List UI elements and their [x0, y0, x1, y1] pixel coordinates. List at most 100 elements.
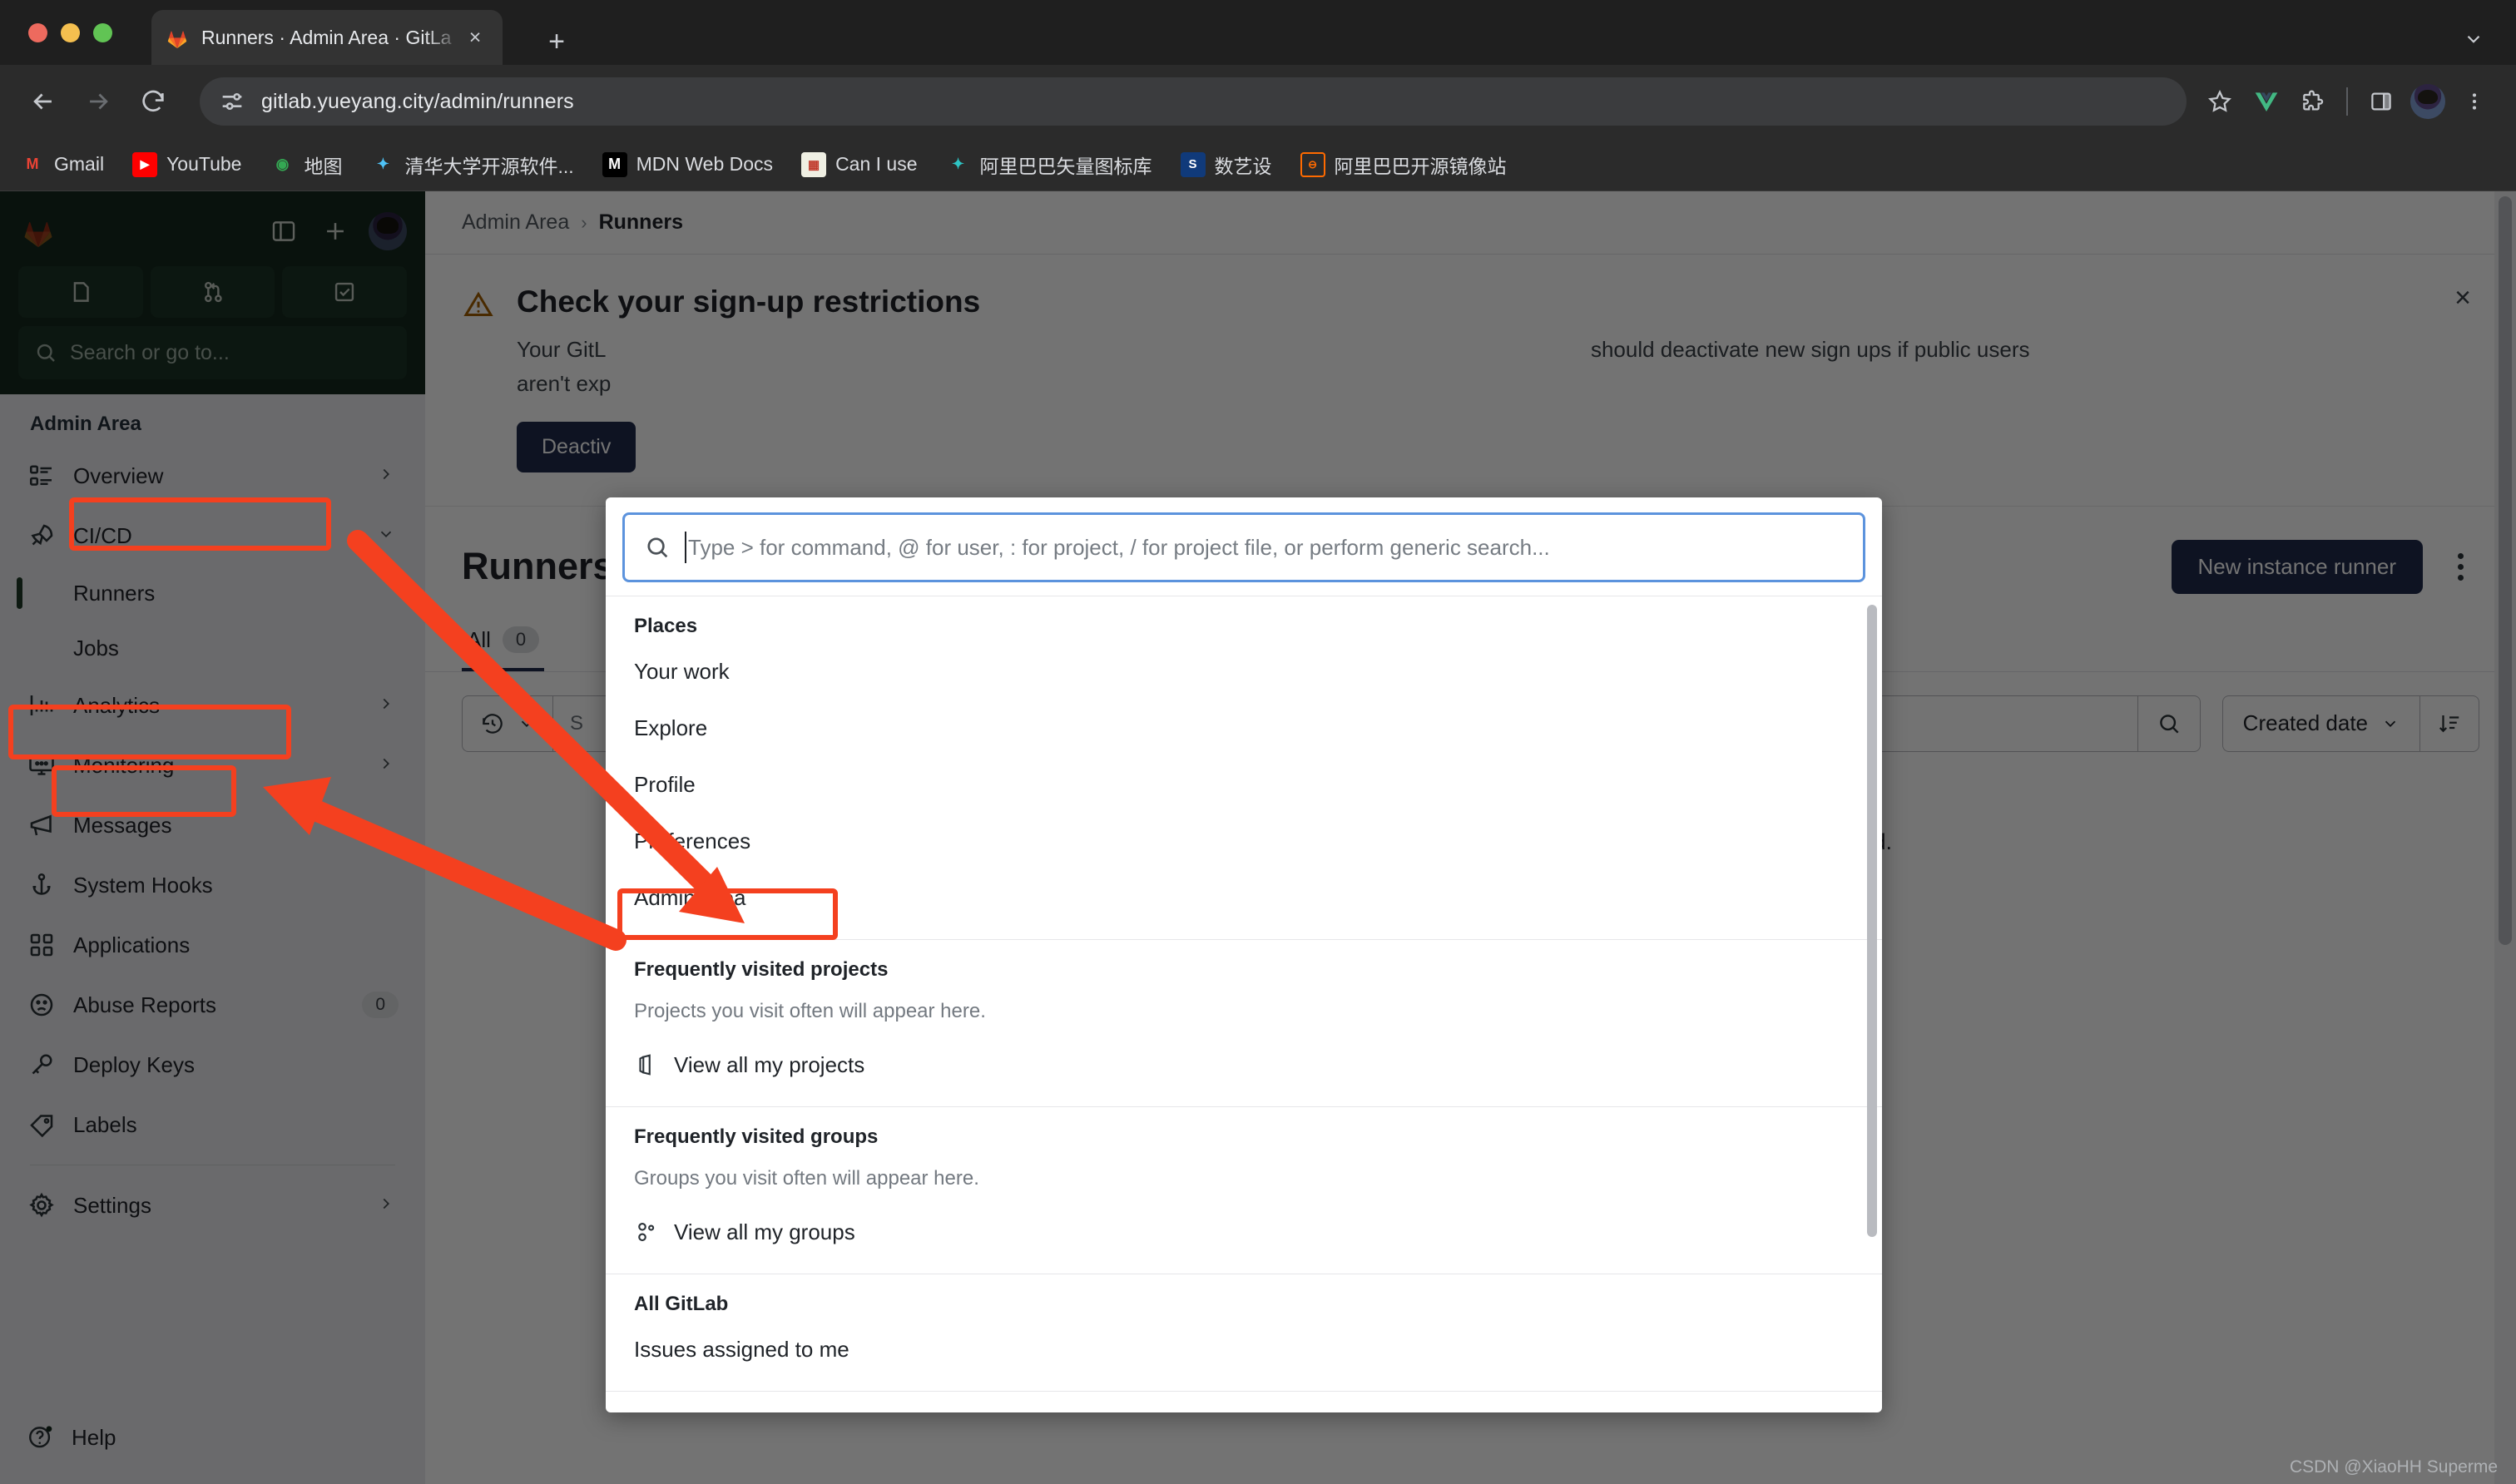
- chevron-right-icon: [377, 465, 399, 487]
- palette-group-hint: Projects you visit often will appear her…: [606, 987, 1882, 1036]
- create-new-icon[interactable]: [314, 210, 357, 253]
- bookmark-item[interactable]: ✦ 清华大学开源软件...: [370, 151, 573, 179]
- maximize-window-button[interactable]: [93, 23, 112, 42]
- bookmark-item[interactable]: M MDN Web Docs: [602, 152, 773, 177]
- palette-scrollbar[interactable]: [1867, 605, 1877, 1404]
- new-instance-runner-button[interactable]: New instance runner: [2172, 540, 2423, 594]
- sidebar-item-label: CI/CD: [73, 523, 377, 549]
- bookmark-item[interactable]: ▶ YouTube: [132, 152, 241, 177]
- bookmark-label: Can I use: [835, 153, 917, 176]
- deactivate-button[interactable]: Deactiv: [517, 422, 636, 472]
- sidebar-item-applications[interactable]: Applications: [15, 915, 410, 975]
- bookmark-item[interactable]: ✦ 阿里巴巴矢量图标库: [946, 151, 1152, 179]
- issues-icon[interactable]: [18, 266, 143, 318]
- bookmark-label: YouTube: [166, 153, 241, 176]
- sidebar-item-settings[interactable]: Settings: [15, 1175, 410, 1235]
- sidebar-subitem-runners[interactable]: Runners: [15, 566, 410, 621]
- chrome-menu-icon[interactable]: [2453, 80, 2496, 123]
- side-panel-icon[interactable]: [2360, 80, 2403, 123]
- new-tab-button[interactable]: +: [537, 22, 577, 62]
- sort-direction-button[interactable]: [2419, 695, 2479, 752]
- anchor-icon: [27, 870, 57, 900]
- palette-item-issues-assigned[interactable]: Issues assigned to me: [606, 1321, 1882, 1378]
- sidebar-item-system-hooks[interactable]: System Hooks: [15, 855, 410, 915]
- forward-button[interactable]: [75, 78, 121, 125]
- palette-item-preferences[interactable]: Preferences: [606, 813, 1882, 869]
- command-palette-search[interactable]: Type > for command, @ for user, : for pr…: [622, 512, 1865, 582]
- sidebar-item-messages[interactable]: Messages: [15, 795, 410, 855]
- back-button[interactable]: [20, 78, 67, 125]
- sidebar-header: Search or go to...: [0, 191, 425, 394]
- palette-item-your-work[interactable]: Your work: [606, 643, 1882, 700]
- sidebar-item-label: Monitoring: [73, 753, 377, 779]
- bookmark-label: 数艺设: [1215, 151, 1272, 179]
- sidebar-item-label: Messages: [73, 813, 399, 838]
- filter-history-dropdown[interactable]: [462, 695, 552, 752]
- close-icon[interactable]: ×: [461, 23, 489, 52]
- sidebar-item-abuse-reports[interactable]: Abuse Reports 0: [15, 975, 410, 1035]
- profile-avatar[interactable]: [2406, 80, 2449, 123]
- sidebar-subitem-jobs[interactable]: Jobs: [15, 621, 410, 675]
- megaphone-icon: [27, 810, 57, 840]
- palette-item-admin-area[interactable]: Admin Area: [606, 869, 1882, 926]
- runners-search-submit[interactable]: [2137, 695, 2201, 752]
- tab-all[interactable]: All 0: [462, 612, 544, 671]
- window-traffic-lights[interactable]: [28, 23, 112, 42]
- sidebar-item-monitoring[interactable]: Monitoring: [15, 735, 410, 795]
- palette-item-view-all-projects[interactable]: View all my projects: [606, 1036, 1882, 1093]
- palette-item-explore[interactable]: Explore: [606, 700, 1882, 756]
- palette-group-title: All GitLab: [606, 1293, 1882, 1321]
- palette-item-label: Profile: [634, 772, 696, 798]
- sidebar-item-cicd[interactable]: CI/CD: [15, 506, 410, 566]
- sad-face-icon: [27, 990, 57, 1020]
- close-window-button[interactable]: [28, 23, 47, 42]
- sidebar-item-label: Applications: [73, 932, 399, 958]
- bookmark-item[interactable]: ▦ Can I use: [801, 152, 917, 177]
- key-icon: [27, 1050, 57, 1080]
- palette-item-view-all-groups[interactable]: View all my groups: [606, 1204, 1882, 1260]
- vue-devtools-icon[interactable]: [2245, 80, 2288, 123]
- page-scrollbar[interactable]: [2494, 191, 2516, 1484]
- sidebar-item-deploy-keys[interactable]: Deploy Keys: [15, 1035, 410, 1095]
- minimize-window-button[interactable]: [61, 23, 80, 42]
- bookmark-item[interactable]: M Gmail: [20, 152, 104, 177]
- alert-body: Your GitL should deactivate new sign ups…: [517, 333, 2314, 400]
- palette-group-title: Frequently visited projects: [606, 958, 1882, 987]
- toggle-sidebar-icon[interactable]: [262, 210, 305, 253]
- command-palette-results[interactable]: Places Your work Explore Profile Prefere…: [606, 596, 1882, 1412]
- close-icon[interactable]: ×: [2446, 281, 2479, 314]
- site-settings-icon[interactable]: [218, 87, 246, 116]
- grid-icon: [27, 930, 57, 960]
- sidebar-subitem-label: Runners: [73, 581, 155, 606]
- sidebar-item-labels[interactable]: Labels: [15, 1095, 410, 1155]
- sort-label: Created date: [2243, 710, 2368, 736]
- sidebar-search-button[interactable]: Search or go to...: [18, 326, 407, 379]
- palette-group-title: Frequently visited groups: [606, 1125, 1882, 1154]
- todos-icon[interactable]: [282, 266, 407, 318]
- sidebar-item-analytics[interactable]: Analytics: [15, 675, 410, 735]
- url-text: gitlab.yueyang.city/admin/runners: [261, 90, 574, 114]
- bookmark-item[interactable]: ◉ 地图: [270, 151, 342, 179]
- palette-item-profile[interactable]: Profile: [606, 756, 1882, 813]
- scrollbar-thumb[interactable]: [1867, 605, 1877, 1237]
- breadcrumb-parent[interactable]: Admin Area: [462, 210, 569, 235]
- sort-dropdown[interactable]: Created date: [2222, 695, 2419, 752]
- chevron-down-icon[interactable]: [2454, 20, 2493, 58]
- sidebar-item-help[interactable]: Help: [0, 1406, 425, 1469]
- kebab-menu-icon[interactable]: [2441, 547, 2479, 586]
- gitlab-app: Search or go to... Admin Area Overview C…: [0, 191, 2516, 1484]
- bookmark-item[interactable]: ⊖ 阿里巴巴开源镜像站: [1300, 151, 1507, 179]
- reload-button[interactable]: [130, 78, 176, 125]
- extensions-icon[interactable]: [2291, 80, 2335, 123]
- sidebar-help-label: Help: [72, 1425, 116, 1451]
- bookmark-star-icon[interactable]: [2198, 80, 2241, 123]
- gitlab-logo[interactable]: [18, 213, 58, 250]
- bookmark-item[interactable]: S 数艺设: [1181, 151, 1272, 179]
- sidebar-item-overview[interactable]: Overview: [15, 446, 410, 506]
- browser-tab[interactable]: Runners · Admin Area · GitLa ×: [151, 10, 503, 65]
- user-avatar[interactable]: [369, 212, 407, 250]
- scrollbar-thumb[interactable]: [2499, 196, 2512, 945]
- address-bar[interactable]: gitlab.yueyang.city/admin/runners: [200, 77, 2187, 126]
- merge-requests-icon[interactable]: [151, 266, 275, 318]
- palette-item-label: Preferences: [634, 829, 750, 854]
